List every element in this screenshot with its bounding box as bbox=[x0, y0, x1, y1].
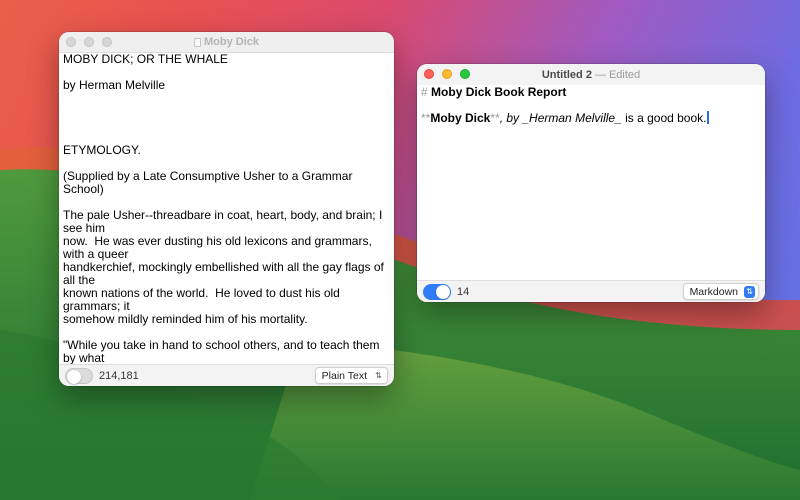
edited-status: Edited bbox=[608, 68, 641, 81]
text-editor-area[interactable]: # Moby Dick Book Report **Moby Dick**, b… bbox=[417, 85, 765, 280]
zoom-button[interactable] bbox=[102, 37, 112, 47]
toggle-switch[interactable] bbox=[423, 283, 451, 300]
character-count: 214,181 bbox=[99, 369, 139, 382]
heading-text: Moby Dick Book Report bbox=[431, 85, 567, 99]
chevron-updown-icon: ⇅ bbox=[744, 285, 755, 298]
toggle-knob bbox=[436, 284, 450, 299]
heading-marker: # bbox=[421, 85, 428, 99]
format-select-value: Plain Text bbox=[321, 369, 367, 382]
body-rest-text: is a good book. bbox=[621, 111, 707, 125]
chevron-updown-icon: ⇅ bbox=[375, 371, 382, 380]
window-title: Moby Dick bbox=[193, 36, 259, 48]
text-line: MOBY DICK; OR THE WHALE bbox=[63, 53, 228, 66]
status-bar: 214,181 Plain Text ⇅ bbox=[59, 364, 394, 386]
toggle-knob bbox=[67, 369, 81, 384]
italic-text: , by _Herman Melville_ bbox=[499, 111, 622, 125]
window-untitled-2: Untitled 2 — Edited # Moby Dick Book Rep… bbox=[417, 64, 765, 302]
text-line: (Supplied by a Late Consumptive Usher to… bbox=[63, 169, 356, 196]
title-separator: — bbox=[594, 68, 606, 81]
text-line: now. He was ever dusting his old lexicon… bbox=[63, 234, 376, 261]
format-select[interactable]: Markdown ⇅ bbox=[682, 283, 759, 300]
text-line: "While you take in hand to school others… bbox=[63, 338, 383, 365]
format-select[interactable]: Plain Text ⇅ bbox=[314, 367, 388, 384]
text-editor-area[interactable]: MOBY DICK; OR THE WHALE by Herman Melvill… bbox=[59, 53, 394, 364]
text-line: handkerchief, mockingly embellished with… bbox=[63, 260, 388, 287]
text-line: ETYMOLOGY. bbox=[63, 143, 141, 157]
format-select-value: Markdown bbox=[689, 285, 738, 298]
close-button[interactable] bbox=[424, 69, 434, 79]
text-line: The pale Usher--threadbare in coat, hear… bbox=[63, 208, 386, 235]
window-moby-dick: Moby Dick MOBY DICK; OR THE WHALE by Herm… bbox=[59, 32, 394, 386]
window-title-text: Untitled 2 bbox=[541, 68, 592, 81]
text-cursor bbox=[707, 111, 709, 124]
markdown-heading-line: # Moby Dick Book Report bbox=[421, 85, 761, 99]
text-line: somehow mildly reminded him of his morta… bbox=[63, 312, 308, 326]
titlebar[interactable]: Moby Dick bbox=[59, 32, 394, 53]
status-bar: 14 Markdown ⇅ bbox=[417, 280, 765, 302]
bold-text: Moby Dick bbox=[430, 111, 491, 125]
document-icon bbox=[193, 37, 201, 47]
minimize-button[interactable] bbox=[442, 69, 452, 79]
bold-marker-open: ** bbox=[421, 111, 431, 125]
bold-marker-close: ** bbox=[490, 111, 500, 125]
toggle-switch[interactable] bbox=[65, 367, 93, 384]
window-controls bbox=[66, 37, 112, 47]
window-title-text: Moby Dick bbox=[203, 36, 259, 48]
titlebar[interactable]: Untitled 2 — Edited bbox=[417, 64, 765, 85]
character-count: 14 bbox=[457, 285, 470, 298]
minimize-button[interactable] bbox=[84, 37, 94, 47]
zoom-button[interactable] bbox=[460, 69, 470, 79]
window-title: Untitled 2 — Edited bbox=[542, 69, 640, 81]
markdown-body-line: **Moby Dick**, by _Herman Melville_ is a… bbox=[421, 111, 761, 125]
desktop-wallpaper: Moby Dick MOBY DICK; OR THE WHALE by Herm… bbox=[0, 0, 800, 500]
text-line: known nations of the world. He loved to … bbox=[63, 286, 344, 313]
text-line: by Herman Melville bbox=[63, 78, 166, 92]
window-controls bbox=[424, 69, 470, 79]
close-button[interactable] bbox=[66, 37, 76, 47]
